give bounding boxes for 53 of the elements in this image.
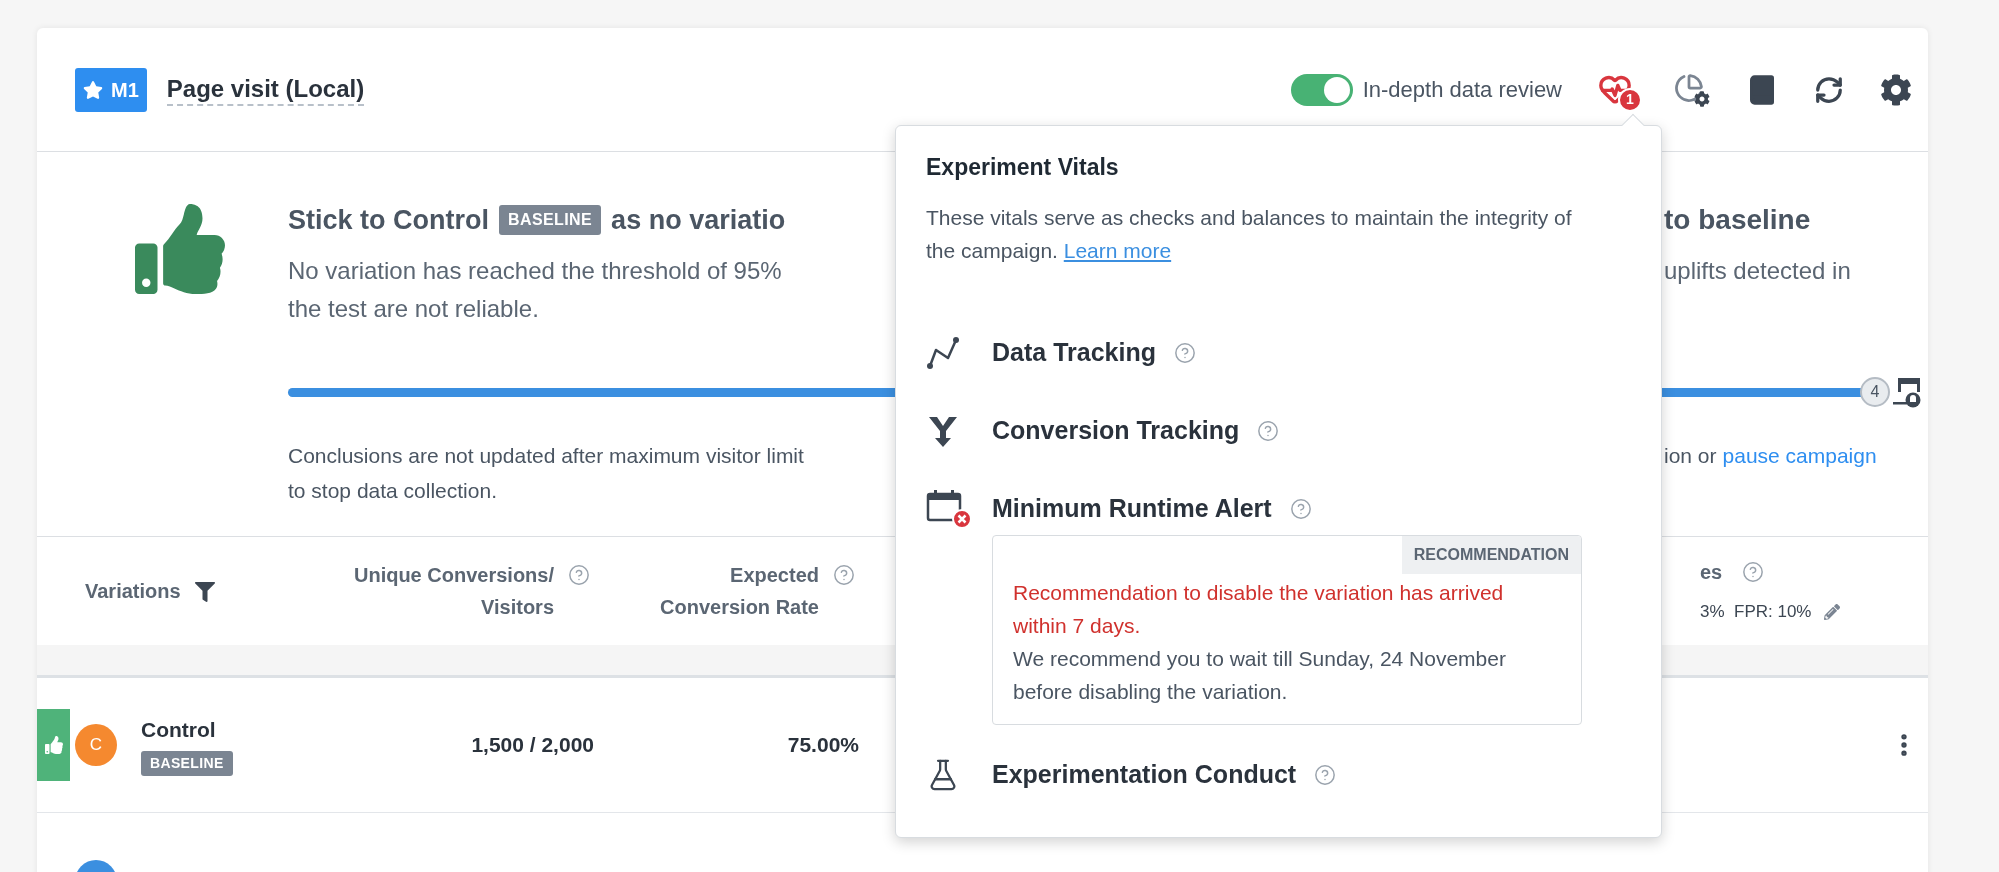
column-header: es	[1700, 560, 1723, 586]
help-icon[interactable]	[1742, 561, 1765, 584]
calendar-alert-icon	[926, 488, 972, 529]
vital-label: Experimentation Conduct	[992, 758, 1297, 790]
popover-description: These vitals serve as checks and balances to maintain the integrity of the campaign. Learn more	[926, 204, 1573, 264]
column-header: Expected Conversion Rate	[660, 563, 819, 620]
metric-title[interactable]: Page visit (Local)	[166, 73, 365, 106]
help-icon[interactable]	[1314, 763, 1337, 786]
note-text: Conclusions are not updated after maximum visitor limit	[288, 443, 804, 467]
conclusion-text: the test are not reliable.	[288, 295, 539, 322]
conclusion-text: No variation has reached the threshold of 95%	[288, 257, 782, 284]
variation-name: Control	[141, 716, 216, 743]
pie-chart-gear-icon[interactable]	[1674, 72, 1710, 107]
column-header: Unique Conversions/ Visitors	[353, 563, 554, 620]
pause-campaign-link[interactable]: pause campaign	[1722, 439, 1877, 472]
note-text: to stop data collection.	[288, 478, 497, 502]
conclusion-heading: as no variatio	[611, 203, 786, 237]
help-icon[interactable]	[1173, 341, 1196, 364]
conclusion-text: uplifts detected in	[1664, 256, 1851, 286]
help-icon[interactable]	[1289, 497, 1312, 520]
toggle-switch[interactable]	[1290, 73, 1353, 106]
learn-more-link[interactable]: Learn more	[1063, 238, 1172, 262]
help-icon[interactable]	[568, 564, 590, 586]
pencil-icon[interactable]	[1823, 604, 1840, 620]
filter-icon[interactable]	[194, 582, 215, 602]
help-icon[interactable]	[1257, 419, 1280, 442]
conclusion-heading: to baseline	[1664, 203, 1811, 237]
count-badge: 1	[1618, 87, 1642, 112]
settings-icon[interactable]	[1880, 73, 1912, 106]
recommendation-text: We recommend you to wait till Sunday, 24 November before disabling the variation.	[1013, 645, 1507, 705]
note-text: ion or	[1664, 442, 1717, 469]
line-chart-icon	[926, 335, 960, 370]
table-cell-text: 1,500 / 2,000	[470, 732, 594, 759]
refresh-icon[interactable]	[1814, 74, 1844, 105]
baseline-badge: BASELINE	[499, 205, 602, 235]
vital-label: Data Tracking	[992, 336, 1156, 368]
column-header: Variations	[85, 579, 181, 604]
table-cell-text: 75.00%	[786, 732, 859, 759]
vital-label: Minimum Runtime Alert	[992, 492, 1272, 524]
recommendation-tag: RECOMMENDATION	[1401, 535, 1581, 574]
toggle-label: In-depth data review	[1362, 76, 1562, 104]
alert-text: Recommendation to disable the variation has arrived within 7 days.	[1013, 579, 1505, 639]
popover-title: Experiment Vitals	[926, 153, 1120, 182]
error-rate-text: 3% FPR: 10%	[1700, 601, 1812, 624]
conclusion-heading: Stick to Control	[288, 203, 489, 237]
day-count: 4	[1860, 377, 1890, 407]
baseline-badge: BASELINE	[141, 751, 233, 777]
vital-label: Conversion Tracking	[992, 414, 1240, 446]
metric-badge: M1	[75, 67, 147, 112]
thumbs-up-icon	[44, 736, 63, 754]
calendar-bell-icon	[1892, 376, 1922, 408]
help-icon[interactable]	[833, 564, 855, 586]
thumbs-up-icon	[135, 204, 225, 294]
